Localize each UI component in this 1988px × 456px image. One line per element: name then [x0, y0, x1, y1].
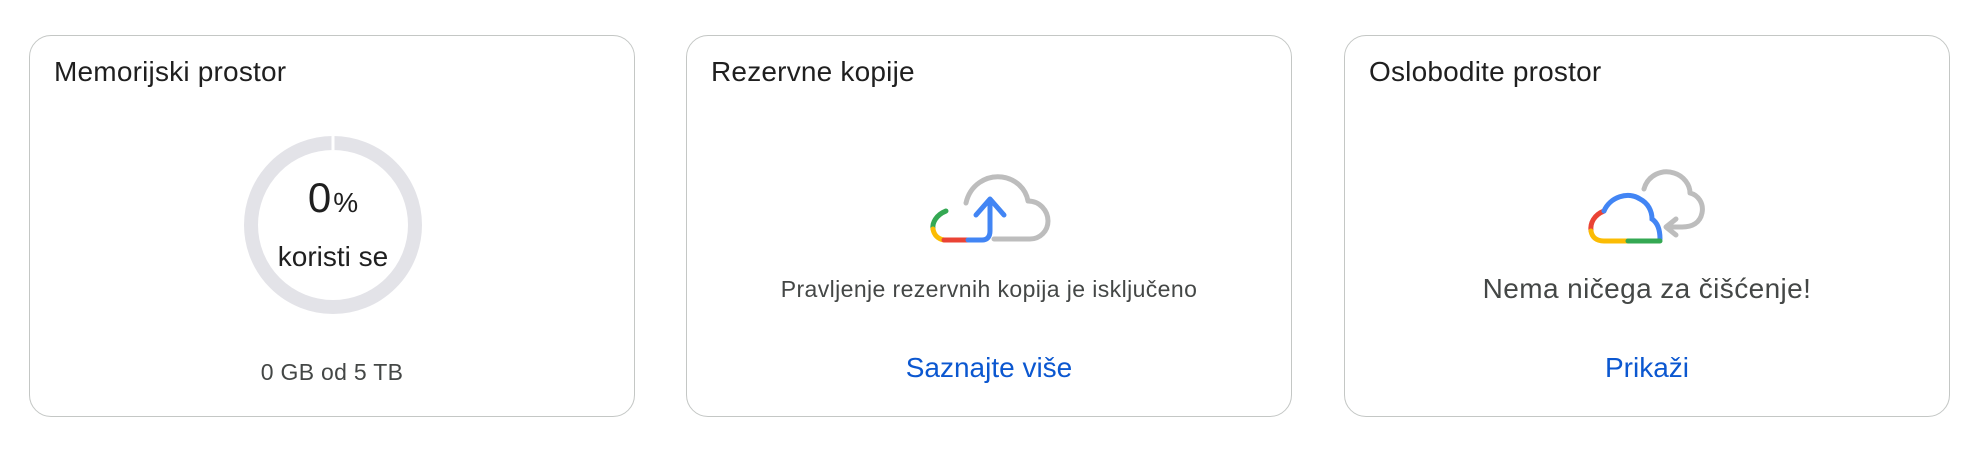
show-link[interactable]: Prikaži	[1345, 352, 1949, 384]
free-space-card-title: Oslobodite prostor	[1369, 56, 1602, 87]
storage-in-use-label: koristi se	[277, 241, 389, 272]
storage-cards-row: Memorijski prostor 0% koristi se 0 GB od…	[0, 0, 1988, 456]
backup-status-text: Pravljenje rezervnih kopija je isključen…	[780, 276, 1198, 302]
storage-percent-value: 0	[307, 174, 332, 221]
storage-usage-ring: 0% koristi se	[241, 133, 425, 317]
cloud-refresh-icon	[1588, 169, 1705, 244]
storage-card-title: Memorijski prostor	[54, 56, 287, 87]
free-space-status-text: Nema ničega za čišćenje!	[1482, 273, 1812, 304]
learn-more-link[interactable]: Saznajte više	[687, 352, 1291, 384]
storage-usage-text: 0 GB od 5 TB	[260, 359, 404, 385]
free-space-card[interactable]: Oslobodite prostor Nema ničega za čišćen…	[1344, 35, 1950, 417]
ring-center: 0% koristi se	[241, 133, 425, 317]
backup-card-title: Rezervne kopije	[711, 56, 915, 87]
backup-icon-wrap	[687, 163, 1291, 283]
free-space-icon-wrap	[1345, 163, 1949, 283]
storage-card[interactable]: Memorijski prostor 0% koristi se 0 GB od…	[29, 35, 635, 417]
cloud-upload-icon	[930, 174, 1051, 243]
storage-percent-sign: %	[333, 187, 359, 218]
backup-card[interactable]: Rezervne kopije Pravljenje rezervnih kop…	[686, 35, 1292, 417]
storage-percent: 0%	[241, 177, 425, 219]
